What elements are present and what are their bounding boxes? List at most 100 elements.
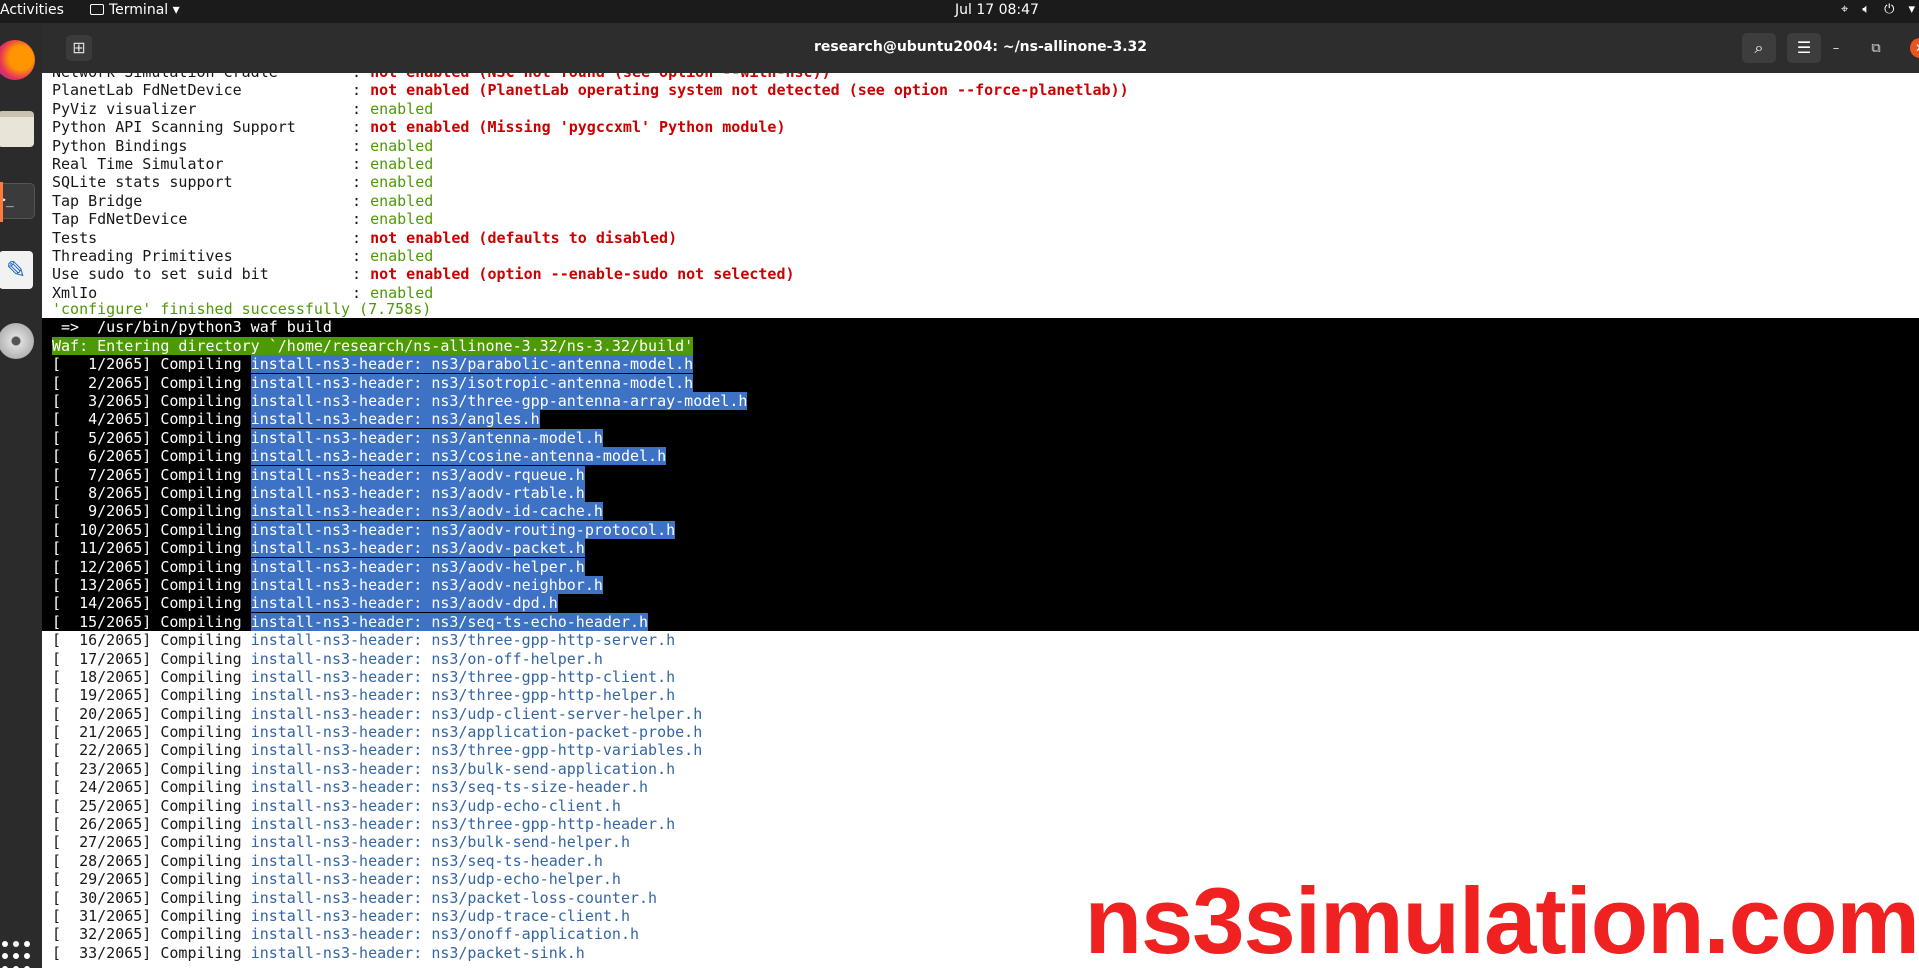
config-separator: : [352, 154, 371, 173]
config-line: Tap FdNetDevice: enabled [42, 210, 1919, 228]
config-label: Python API Scanning Support [52, 118, 296, 137]
task-prefix: install-ns3-header: [250, 447, 423, 466]
compile-counter: [ 9/2065] [52, 502, 152, 521]
waf-directory-text: Waf: Entering directory `/home/research/… [52, 336, 694, 356]
task-prefix: install-ns3-header: [250, 686, 423, 705]
compile-line: [ 9/2065] Compiling install-ns3-header: … [42, 502, 1919, 521]
minimize-button[interactable]: – [1824, 37, 1848, 61]
compile-line: [ 23/2065] Compiling install-ns3-header:… [42, 760, 1919, 778]
task-prefix: install-ns3-header: [250, 373, 423, 392]
compile-task: install-ns3-header: ns3/udp-client-serve… [251, 705, 703, 723]
compile-verb: Compiling [160, 410, 242, 429]
terminal-icon: >_ [0, 183, 35, 219]
dock-files[interactable] [0, 108, 38, 150]
header-file: ns3/aodv-neighbor.h [431, 575, 603, 594]
dock-disc[interactable] [0, 320, 38, 362]
compile-counter: [ 23/2065] [52, 759, 152, 778]
compile-task: install-ns3-header: ns3/aodv-routing-pro… [250, 520, 676, 539]
compile-counter: [ 21/2065] [52, 723, 152, 742]
compile-verb: Compiling [160, 778, 242, 797]
header-file: ns3/udp-echo-client.h [431, 796, 621, 815]
terminal-app-menu[interactable]: Terminal ▾ [90, 2, 180, 18]
compile-counter: [ 1/2065] [52, 355, 152, 374]
config-line: PlanetLab FdNetDevice: not enabled (Plan… [42, 81, 1919, 99]
terminal-headerbar: ⊞ research@ubuntu2004: ~/ns-allinone-3.3… [42, 23, 1919, 73]
config-line: Python API Scanning Support: not enabled… [42, 118, 1919, 136]
config-separator: : [352, 73, 370, 81]
compile-line: [ 19/2065] Compiling install-ns3-header:… [42, 686, 1919, 704]
compile-line: [ 21/2065] Compiling install-ns3-header:… [42, 723, 1919, 741]
clock[interactable]: Jul 17 08:47 [955, 2, 1039, 18]
compile-verb: Compiling [160, 870, 242, 889]
compile-task: install-ns3-header: ns3/three-gpp-antenn… [250, 392, 748, 411]
header-file: ns3/aodv-dpd.h [431, 594, 558, 613]
compile-counter: [ 6/2065] [52, 447, 152, 466]
config-label: Tests [52, 228, 98, 247]
show-applications-button[interactable] [0, 941, 34, 973]
config-value: enabled [370, 246, 434, 265]
compile-task: install-ns3-header: ns3/three-gpp-http-h… [251, 815, 675, 833]
firefox-icon [0, 40, 35, 80]
compile-verb: Compiling [160, 815, 242, 834]
config-separator: : [352, 210, 371, 229]
config-value: enabled [370, 210, 434, 229]
close-button[interactable]: ✕ [1910, 38, 1919, 58]
task-prefix: install-ns3-header: [250, 649, 423, 668]
chevron-down-icon: ▾ [1908, 2, 1915, 17]
compile-verb: Compiling [160, 723, 242, 742]
task-prefix: install-ns3-header: [250, 723, 423, 742]
compile-counter: [ 20/2065] [52, 704, 152, 723]
compile-line: [ 25/2065] Compiling install-ns3-header:… [42, 797, 1919, 815]
dock-text-editor[interactable]: ✎ [0, 249, 38, 291]
disc-icon [0, 323, 34, 359]
task-prefix: install-ns3-header: [250, 906, 423, 925]
compile-verb: Compiling [160, 520, 242, 539]
search-button[interactable]: ⌕ [1742, 33, 1776, 63]
task-prefix: install-ns3-header: [250, 943, 423, 962]
config-label: Tap Bridge [52, 191, 143, 210]
task-prefix: install-ns3-header: [250, 704, 423, 723]
header-file: ns3/cosine-antenna-model.h [431, 447, 667, 466]
compile-verb: Compiling [160, 649, 242, 668]
header-file: ns3/three-gpp-http-client.h [431, 667, 676, 686]
compile-verb: Compiling [160, 428, 242, 447]
compile-verb: Compiling [160, 392, 242, 411]
active-app-indicator [0, 182, 3, 222]
maximize-button[interactable]: ⧉ [1864, 37, 1888, 61]
header-file: ns3/on-off-helper.h [431, 649, 603, 668]
compile-line: [ 1/2065] Compiling install-ns3-header: … [42, 355, 1919, 374]
compile-verb: Compiling [160, 483, 242, 502]
configure-finished-line: 'configure' finished successfully (7.758… [52, 300, 432, 319]
task-prefix: install-ns3-header: [250, 796, 423, 815]
task-prefix: install-ns3-header: [250, 759, 423, 778]
task-prefix: install-ns3-header: [250, 575, 423, 594]
system-indicators[interactable]: ⌖ 🔈︎ ⏻ ▾ [1841, 2, 1919, 22]
terminal-output[interactable]: Network Simulation Cradle: not enabled (… [42, 73, 1919, 968]
dock-terminal[interactable]: >_ [0, 180, 38, 222]
header-file: ns3/bulk-send-application.h [431, 759, 676, 778]
compile-task: install-ns3-header: ns3/cosine-antenna-m… [250, 447, 667, 466]
config-value: not enabled (PlanetLab operating system … [370, 81, 1129, 100]
dock-firefox[interactable] [0, 39, 38, 81]
config-line: Tap Bridge: enabled [42, 192, 1919, 210]
watermark: ns3simulation.com [1084, 868, 1919, 973]
config-label: Real Time Simulator [52, 154, 224, 173]
compile-verb: Compiling [160, 686, 242, 705]
compile-counter: [ 22/2065] [52, 741, 152, 760]
task-prefix: install-ns3-header: [250, 355, 423, 374]
compile-counter: [ 13/2065] [52, 575, 152, 594]
compile-verb: Compiling [160, 833, 242, 852]
compile-line: [ 12/2065] Compiling install-ns3-header:… [42, 557, 1919, 576]
task-prefix: install-ns3-header: [250, 520, 423, 539]
compile-verb: Compiling [160, 741, 242, 760]
config-label: PyViz visualizer [52, 99, 197, 118]
compile-task: install-ns3-header: ns3/three-gpp-http-v… [251, 741, 703, 759]
config-separator: : [352, 246, 371, 265]
task-prefix: install-ns3-header: [250, 465, 423, 484]
compile-counter: [ 10/2065] [52, 520, 152, 539]
menu-button[interactable]: ☰ [1787, 33, 1821, 63]
header-file: ns3/three-gpp-http-variables.h [431, 741, 703, 760]
activities-button[interactable]: Activities [0, 2, 64, 18]
compile-task: install-ns3-header: ns3/aodv-neighbor.h [250, 575, 603, 594]
config-label: Python Bindings [52, 136, 188, 155]
